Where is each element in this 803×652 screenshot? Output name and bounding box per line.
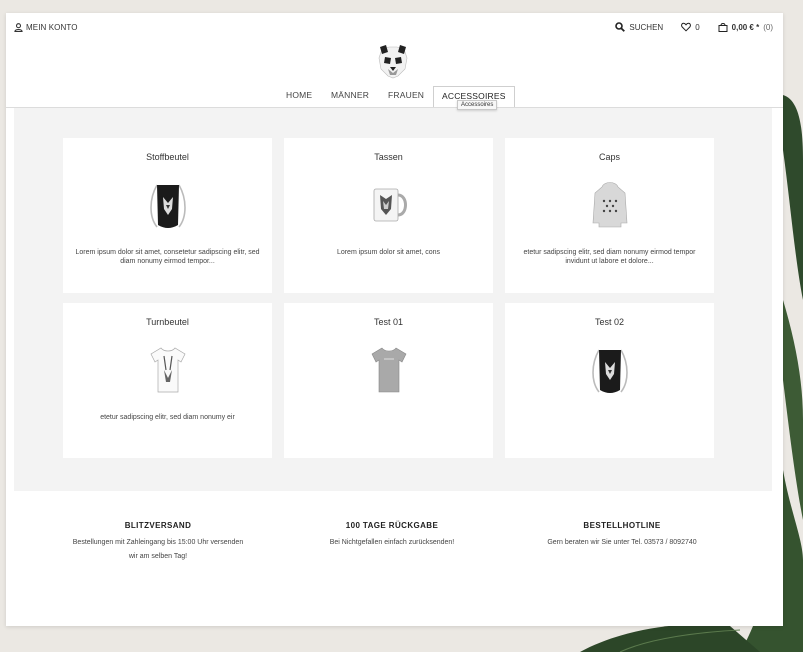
product-description: etetur sadipscing elitr, sed diam nonumy… bbox=[100, 414, 235, 421]
product-description: Lorem ipsum dolor sit amet, cons bbox=[336, 249, 441, 256]
hoodie-image bbox=[592, 182, 628, 228]
wishlist-button[interactable]: 0 bbox=[681, 22, 700, 32]
heart-icon bbox=[681, 22, 692, 32]
footer-text: Bestellungen mit Zahleingang bis 15:00 U… bbox=[38, 536, 278, 564]
cart-count: (0) bbox=[763, 22, 773, 32]
cart-amount: 0,00 € * bbox=[731, 22, 760, 32]
tshirt-image bbox=[371, 347, 407, 393]
product-description: Lorem ipsum dolor sit amet, consetetur s… bbox=[75, 249, 260, 265]
user-icon bbox=[14, 23, 23, 32]
product-title: Stoffbeutel bbox=[146, 152, 189, 162]
product-card[interactable]: Stoffbeutel Lorem ipsum dolor sit amet, … bbox=[63, 138, 272, 293]
wishlist-count: 0 bbox=[695, 22, 700, 32]
mug-image bbox=[373, 188, 407, 222]
account-label: MEIN KONTO bbox=[26, 23, 78, 32]
page-frame: MEIN KONTO SUCHEN 0 0,00 € * (0) HOME MÄ… bbox=[6, 13, 783, 626]
product-title: Caps bbox=[598, 152, 620, 162]
footer-line: Bei Nichtgefallen einfach zurücksenden! bbox=[329, 539, 455, 546]
top-bar: MEIN KONTO SUCHEN 0 0,00 € * (0) bbox=[6, 13, 783, 43]
bag-icon bbox=[718, 22, 728, 32]
gymbag-image bbox=[592, 349, 628, 393]
nav-tooltip: Accessoires bbox=[457, 100, 498, 110]
product-title: Test 01 bbox=[373, 317, 404, 327]
footer-heading: BESTELLHOTLINE bbox=[583, 521, 661, 530]
category-grid: Stoffbeutel Lorem ipsum dolor sit amet, … bbox=[14, 108, 772, 491]
gymbag-image bbox=[150, 184, 186, 228]
nav-item-home[interactable]: HOME bbox=[286, 90, 312, 100]
panda-logo[interactable] bbox=[378, 45, 408, 79]
footer-col-hotline: BESTELLHOTLINE Gern beraten wir Sie unte… bbox=[502, 521, 742, 550]
search-button[interactable]: SUCHEN bbox=[615, 22, 663, 32]
product-card[interactable]: Test 01 bbox=[284, 303, 493, 458]
product-title: Turnbeutel bbox=[146, 317, 189, 327]
footer-line: Gern beraten wir Sie unter Tel. 03573 / … bbox=[547, 539, 697, 546]
footer-col-returns: 100 TAGE RÜCKGABE Bei Nichtgefallen einf… bbox=[272, 521, 512, 550]
account-link[interactable]: MEIN KONTO bbox=[14, 23, 78, 32]
footer-line: wir am selben Tag! bbox=[128, 553, 188, 560]
footer-text: Bei Nichtgefallen einfach zurücksenden! bbox=[272, 536, 512, 550]
tshirt-image bbox=[150, 347, 186, 393]
product-title: Tassen bbox=[374, 152, 403, 162]
footer-col-shipping: BLITZVERSAND Bestellungen mit Zahleingan… bbox=[38, 521, 278, 564]
footer-line: Bestellungen mit Zahleingang bis 15:00 U… bbox=[72, 539, 244, 546]
product-card[interactable]: Test 02 bbox=[505, 303, 714, 458]
search-label: SUCHEN bbox=[629, 22, 664, 32]
product-card[interactable]: Tassen Lorem ipsum dolor sit amet, cons bbox=[284, 138, 493, 293]
footer-heading: 100 TAGE RÜCKGABE bbox=[345, 521, 439, 530]
footer-text: Gern beraten wir Sie unter Tel. 03573 / … bbox=[502, 536, 742, 550]
nav-item-maenner[interactable]: MÄNNER bbox=[331, 90, 369, 100]
product-card[interactable]: Turnbeutel etetur sadipscing elitr, sed … bbox=[63, 303, 272, 458]
cart-button[interactable]: 0,00 € * (0) bbox=[718, 22, 773, 32]
product-description: etetur sadipscing elitr, sed diam nonumy… bbox=[523, 249, 696, 265]
search-icon bbox=[615, 22, 626, 32]
header-tools: SUCHEN 0 0,00 € * (0) bbox=[597, 22, 773, 32]
main-nav: HOME MÄNNER FRAUEN ACCESSOIRES bbox=[6, 86, 783, 108]
footer-heading: BLITZVERSAND bbox=[124, 521, 192, 530]
product-card[interactable]: Caps etetur sadipscing elitr, sed diam n… bbox=[505, 138, 714, 293]
nav-item-frauen[interactable]: FRAUEN bbox=[388, 90, 424, 100]
product-title: Test 02 bbox=[594, 317, 625, 327]
